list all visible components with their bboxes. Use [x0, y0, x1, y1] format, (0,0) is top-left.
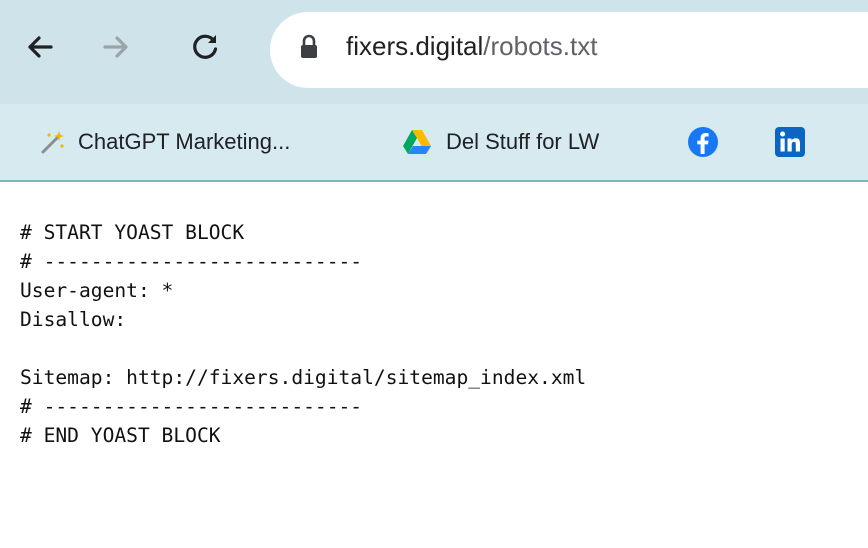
- magic-wand-icon: [41, 131, 64, 154]
- reload-icon: [193, 34, 218, 59]
- bookmarks-bar: ChatGPT Marketing... Del Stuff for LW: [0, 104, 868, 182]
- robots-line: Sitemap: http://fixers.digital/sitemap_i…: [20, 366, 587, 389]
- robots-txt-text: # START YOAST BLOCK # -------------------…: [20, 218, 586, 450]
- arrow-left-icon: [28, 36, 53, 58]
- bookmark-facebook[interactable]: [687, 104, 719, 180]
- lock-icon: [301, 34, 317, 58]
- bookmark-linkedin[interactable]: [775, 104, 805, 180]
- reload-button[interactable]: [185, 27, 225, 67]
- robots-line: # END YOAST BLOCK: [20, 424, 221, 447]
- url-text[interactable]: fixers.digital/robots.txt: [346, 27, 597, 65]
- bookmark-label: ChatGPT Marketing...: [78, 129, 291, 154]
- bookmark-label: Del Stuff for LW: [446, 129, 600, 154]
- browser-toolbar: fixers.digital/robots.txt: [0, 0, 868, 104]
- url-domain: fixers.digital: [346, 31, 484, 61]
- robots-line: User-agent: *: [20, 279, 174, 302]
- linkedin-icon: [775, 127, 805, 157]
- arrow-right-icon: [103, 36, 128, 58]
- robots-line: # ---------------------------: [20, 395, 363, 418]
- browser-window: fixers.digital/robots.txt ChatGPT Market…: [0, 0, 868, 548]
- robots-line: [20, 334, 586, 363]
- robots-line: # ---------------------------: [20, 250, 363, 273]
- forward-button[interactable]: [96, 27, 136, 67]
- robots-line: Disallow:: [20, 308, 127, 331]
- bookmark-chatgpt-marketing[interactable]: ChatGPT Marketing...: [40, 104, 290, 180]
- google-drive-icon: [403, 130, 431, 154]
- url-path: /robots.txt: [483, 31, 598, 61]
- back-button[interactable]: [20, 27, 60, 67]
- facebook-icon: [688, 127, 718, 157]
- robots-line: # START YOAST BLOCK: [20, 221, 245, 244]
- page-content: # START YOAST BLOCK # -------------------…: [0, 182, 868, 548]
- bookmark-del-stuff[interactable]: Del Stuff for LW: [402, 104, 599, 180]
